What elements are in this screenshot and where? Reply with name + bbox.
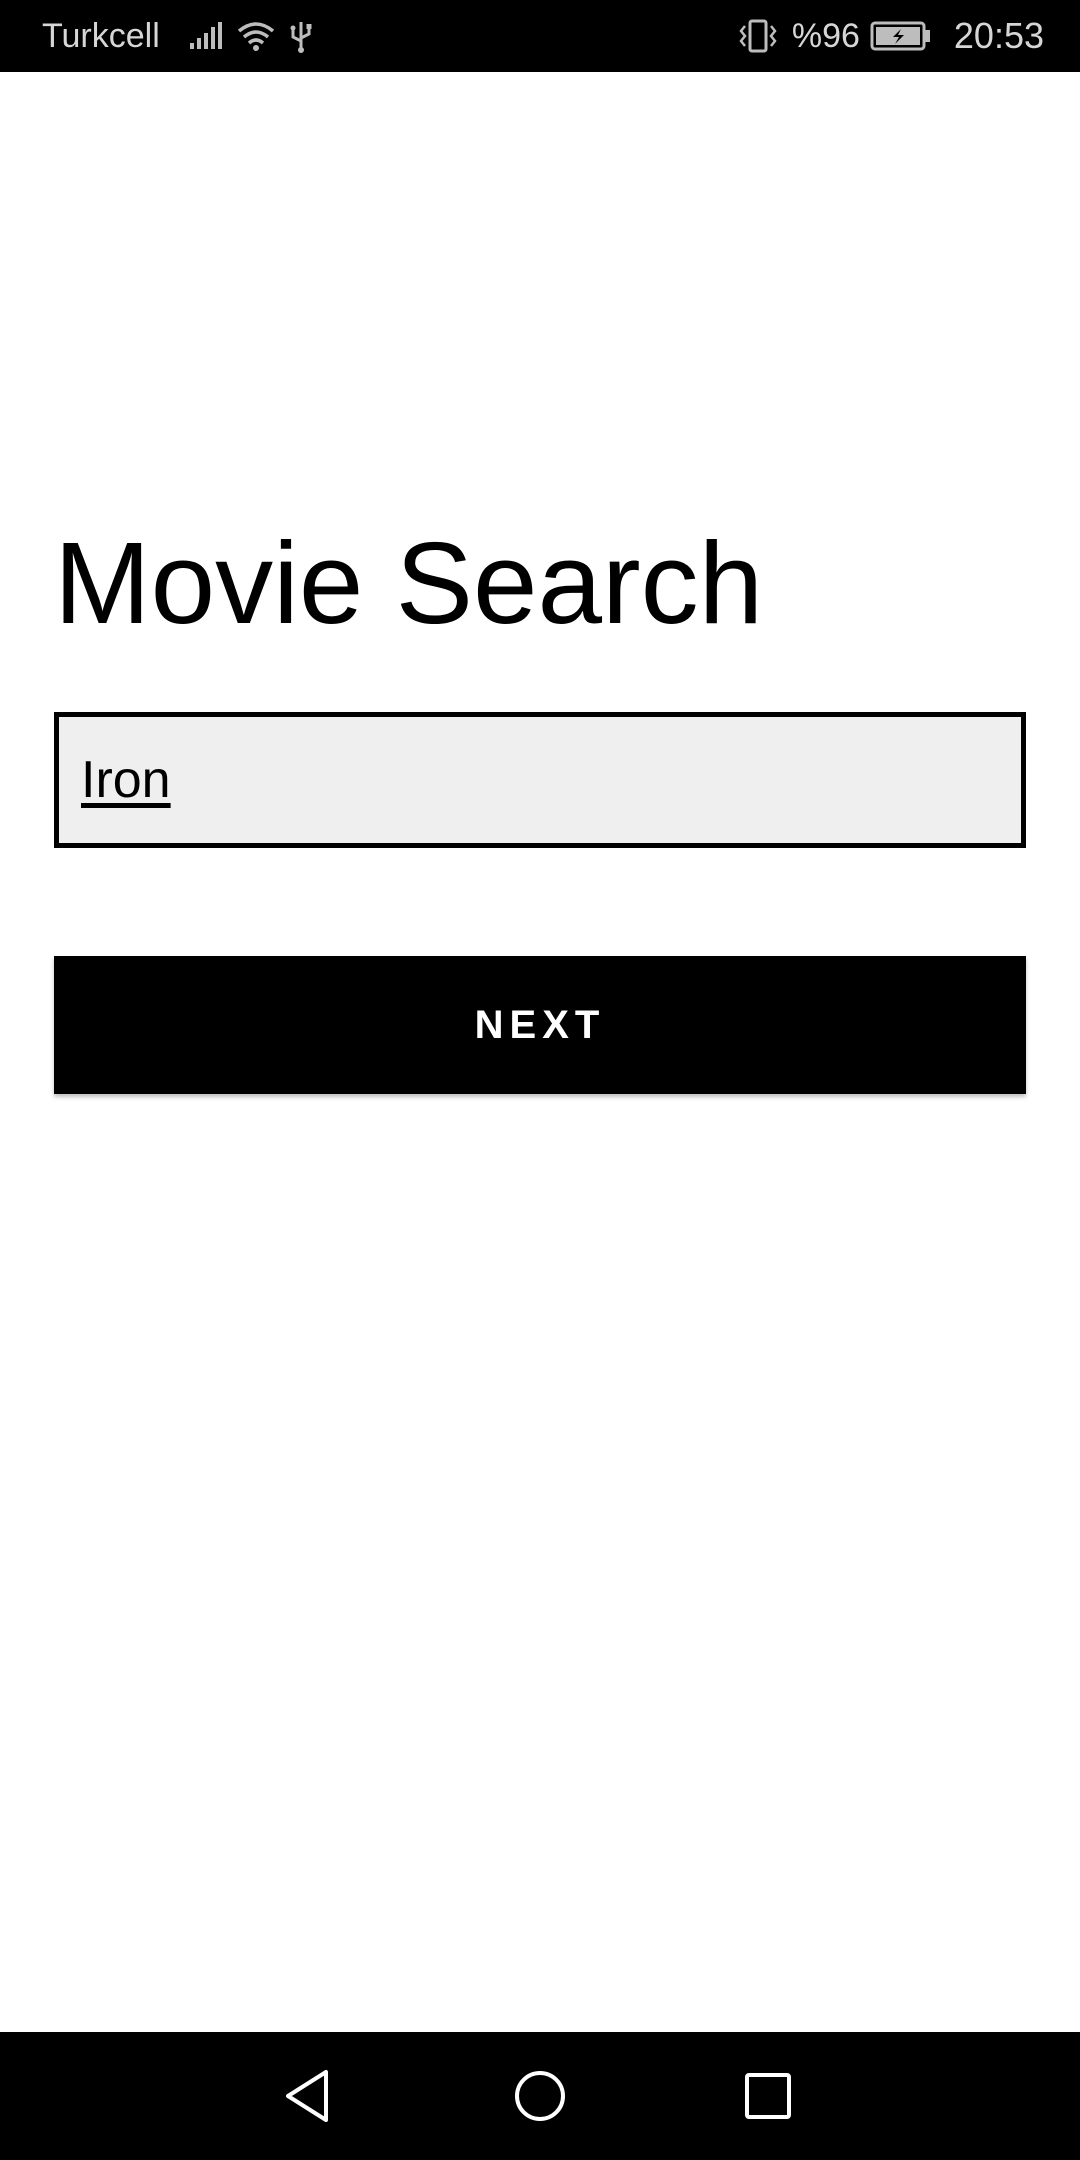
navigation-bar: [0, 2032, 1080, 2160]
battery-percent: %96: [791, 16, 860, 55]
carrier-label: Turkcell: [42, 16, 160, 55]
clock: 20:53: [953, 15, 1044, 56]
recents-button[interactable]: [728, 2056, 808, 2136]
signal-icon: [188, 21, 224, 51]
home-button[interactable]: [500, 2056, 580, 2136]
wifi-icon: [236, 20, 276, 52]
back-icon: [286, 2070, 328, 2122]
status-right: %96 20:53: [736, 15, 1044, 57]
battery-charging-icon: [870, 21, 932, 51]
status-left: Turkcell: [42, 17, 326, 56]
search-field-container[interactable]: [54, 712, 1026, 848]
recents-icon: [745, 2073, 791, 2119]
home-icon: [515, 2071, 565, 2121]
back-button[interactable]: [270, 2056, 350, 2136]
screen: Turkcell %96 20:53 Movie Search Iron NEX…: [0, 0, 1080, 2160]
page-title: Movie Search: [54, 518, 764, 648]
vibrate-icon: [736, 18, 780, 54]
next-button[interactable]: NEXT: [54, 956, 1026, 1094]
search-input[interactable]: [81, 750, 1021, 810]
usb-icon: [288, 19, 314, 53]
status-bar: Turkcell %96 20:53: [0, 0, 1080, 72]
